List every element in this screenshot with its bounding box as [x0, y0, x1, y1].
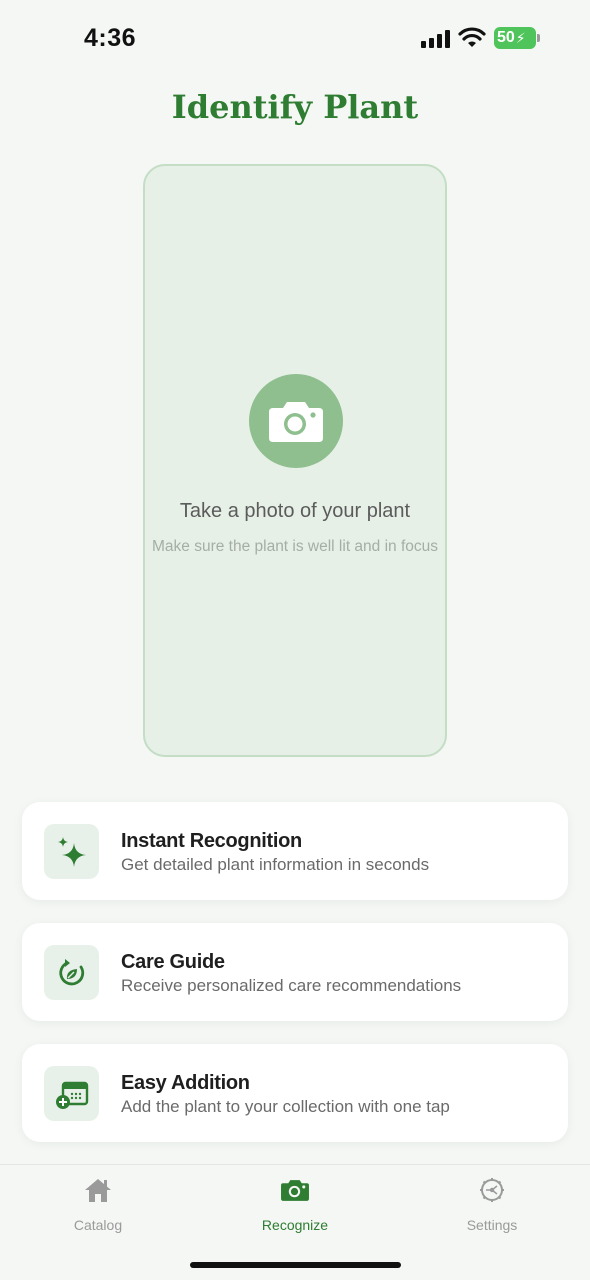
tab-settings[interactable]: Settings: [422, 1175, 562, 1233]
status-time: 4:36: [84, 24, 137, 52]
camera-capture-area[interactable]: Take a photo of your plant Make sure the…: [143, 164, 447, 757]
camera-button[interactable]: [249, 374, 343, 468]
tab-recognize[interactable]: Recognize: [225, 1175, 365, 1233]
feature-icon-container: [44, 824, 99, 879]
feature-title: Instant Recognition: [121, 830, 302, 852]
tab-label: Catalog: [73, 1217, 123, 1233]
cellular-signal-icon: [421, 28, 450, 48]
camera-prompt: Take a photo of your plant: [179, 500, 411, 522]
feature-description: Get detailed plant information in second…: [121, 855, 430, 874]
feature-icon-container: [44, 1066, 99, 1121]
gear-icon: [480, 1178, 504, 1202]
battery-level: 50: [497, 29, 515, 46]
feature-icon-container: [44, 945, 99, 1000]
camera-hint: Make sure the plant is well lit and in f…: [151, 538, 439, 555]
tab-label: Recognize: [261, 1217, 329, 1233]
tab-label: Settings: [466, 1217, 518, 1233]
status-bar: 4:36 50 ⚡: [0, 0, 590, 80]
camera-icon: [269, 402, 323, 442]
camera-icon: [281, 1180, 309, 1201]
tab-catalog[interactable]: Catalog: [28, 1175, 168, 1233]
feature-description: Receive personalized care recommendation…: [121, 976, 462, 995]
feature-description: Add the plant to your collection with on…: [121, 1097, 450, 1116]
wifi-icon: [458, 27, 486, 47]
feature-title: Easy Addition: [121, 1072, 250, 1094]
sparkles-icon: [57, 836, 86, 867]
battery-icon: 50 ⚡: [494, 27, 540, 49]
home-icon: [85, 1179, 111, 1202]
home-indicator[interactable]: [190, 1262, 401, 1268]
feature-card-easy-addition: Easy Addition Add the plant to your coll…: [22, 1044, 568, 1142]
calendar-add-icon: [55, 1081, 88, 1109]
page-title: Identify Plant: [171, 88, 419, 126]
feature-card-care-guide: Care Guide Receive personalized care rec…: [22, 923, 568, 1021]
status-icons: 50 ⚡: [421, 27, 540, 49]
feature-card-instant-recognition: Instant Recognition Get detailed plant i…: [22, 802, 568, 900]
care-cycle-icon: [58, 958, 84, 985]
feature-title: Care Guide: [121, 951, 225, 973]
